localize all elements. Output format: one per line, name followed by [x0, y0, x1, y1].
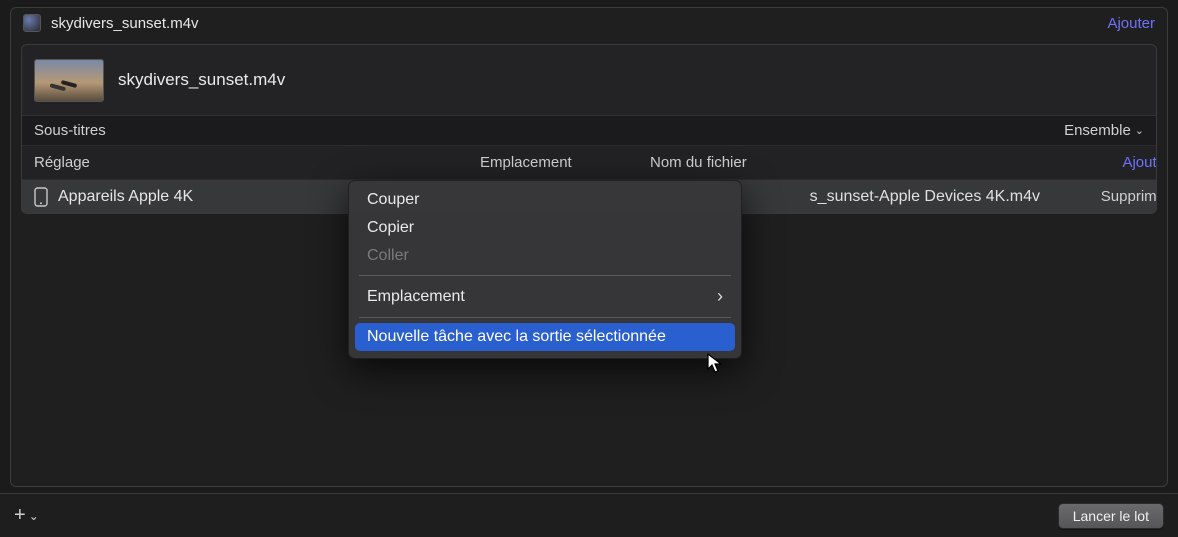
add-button[interactable]: + ⌄: [14, 504, 39, 527]
job-filename: skydivers_sunset.m4v: [118, 70, 285, 90]
ctx-copy[interactable]: Copier: [349, 214, 741, 242]
subtitles-section: Sous-titres Ensemble ⌄: [22, 115, 1156, 145]
ctx-separator: [359, 275, 731, 276]
bottom-toolbar: + ⌄ Lancer le lot: [0, 493, 1178, 537]
ctx-separator: [359, 317, 731, 318]
ensemble-label: Ensemble: [1064, 122, 1131, 139]
chevron-down-icon: ⌄: [1135, 124, 1144, 137]
ensemble-dropdown[interactable]: Ensemble ⌄: [1064, 122, 1144, 139]
subtitles-label: Sous-titres: [34, 122, 106, 139]
delete-output-link[interactable]: Supprimer: [1060, 188, 1157, 205]
device-icon: [34, 187, 48, 207]
ctx-location[interactable]: Emplacement: [349, 281, 741, 312]
column-setting: Réglage: [34, 154, 480, 171]
output-setting-name: Appareils Apple 4K: [58, 188, 193, 206]
add-output-link[interactable]: Ajouter: [1060, 154, 1157, 171]
chevron-down-icon: ⌄: [29, 509, 39, 523]
ctx-paste: Coller: [349, 242, 741, 270]
file-type-icon: [23, 14, 41, 32]
column-headers: Réglage Emplacement Nom du fichier Ajout…: [22, 145, 1156, 179]
context-menu: Couper Copier Coller Emplacement Nouvell…: [348, 180, 742, 359]
ctx-new-task[interactable]: Nouvelle tâche avec la sortie sélectionn…: [355, 323, 735, 351]
video-thumbnail: [34, 59, 104, 102]
column-location: Emplacement: [480, 154, 650, 171]
plus-icon: +: [14, 504, 26, 527]
launch-label: Lancer le lot: [1073, 508, 1149, 524]
ctx-cut[interactable]: Couper: [349, 186, 741, 214]
column-filename: Nom du fichier: [650, 154, 1060, 171]
job-header[interactable]: skydivers_sunset.m4v: [22, 45, 1156, 115]
launch-batch-button[interactable]: Lancer le lot: [1058, 503, 1164, 529]
source-filename: skydivers_sunset.m4v: [51, 15, 199, 32]
add-source-link[interactable]: Ajouter: [1107, 15, 1155, 32]
window-titlebar: skydivers_sunset.m4v Ajouter: [11, 8, 1167, 38]
